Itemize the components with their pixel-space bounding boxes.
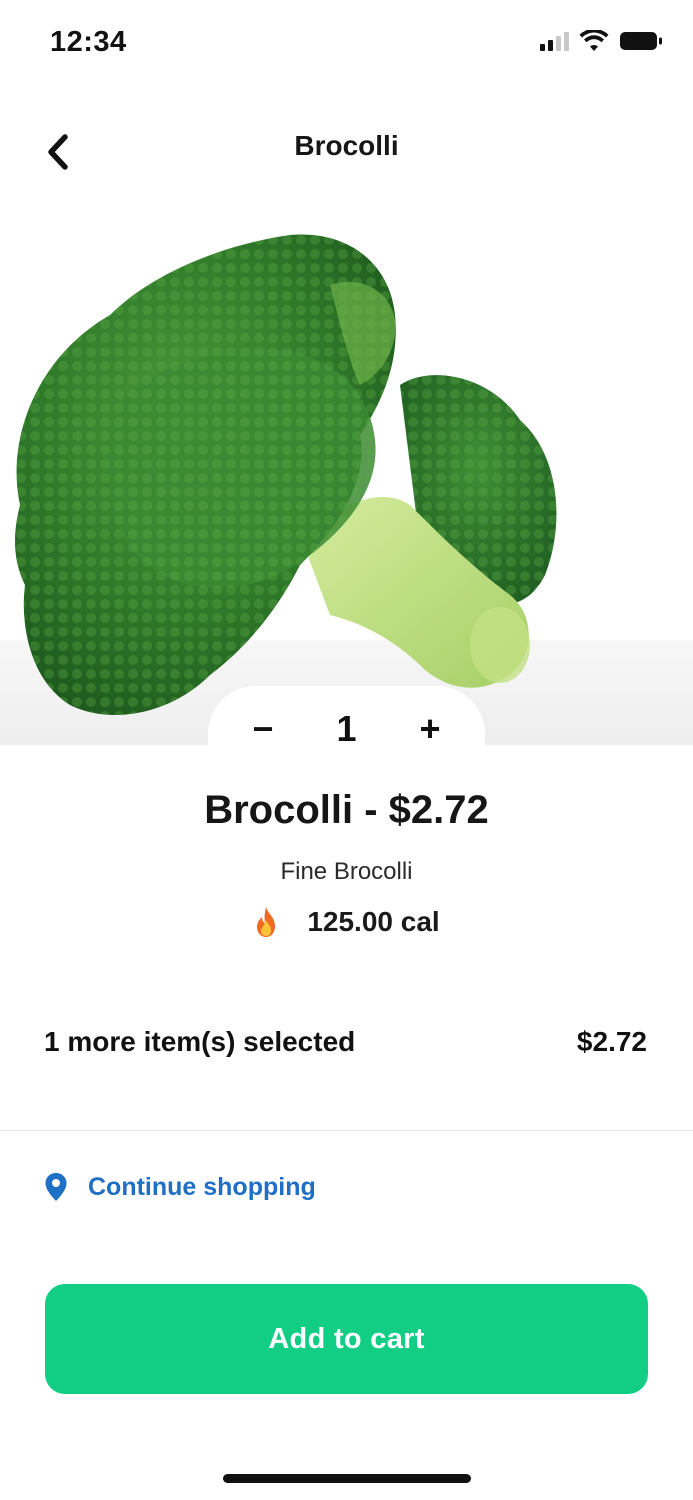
page-title: Brocolli <box>294 130 399 161</box>
status-icons <box>540 30 663 52</box>
continue-shopping-label: Continue shopping <box>88 1172 316 1201</box>
cellular-signal-icon <box>540 31 569 51</box>
calories-value: 125.00 cal <box>307 906 440 937</box>
product-description: Fine Brocolli <box>280 858 413 885</box>
continue-shopping-link[interactable]: Continue shopping <box>44 1172 316 1202</box>
calories-row: 125.00 cal <box>0 906 693 938</box>
quantity-stepper: − 1 + <box>208 686 485 786</box>
header: Brocolli <box>0 110 693 190</box>
selection-total: $2.72 <box>576 1026 647 1057</box>
add-to-cart-button[interactable]: Add to cart <box>45 1284 648 1394</box>
fire-icon <box>257 907 276 937</box>
quantity-value: 1 <box>336 708 357 749</box>
status-time: 12:34 <box>50 26 127 58</box>
broccoli-image <box>0 205 693 745</box>
wifi-icon <box>579 30 609 51</box>
selection-summary: 1 more item(s) selected $2.72 <box>44 1026 647 1058</box>
increment-button[interactable]: + <box>405 704 455 754</box>
selection-label: 1 more item(s) selected <box>44 1026 356 1057</box>
battery-icon <box>620 32 662 50</box>
home-indicator <box>223 1474 471 1483</box>
product-title: Brocolli - $2.72 <box>204 788 489 832</box>
divider <box>0 1130 693 1131</box>
status-bar: 12:34 <box>0 0 693 90</box>
map-pin-icon <box>45 1173 67 1201</box>
decrement-button[interactable]: − <box>238 704 288 754</box>
